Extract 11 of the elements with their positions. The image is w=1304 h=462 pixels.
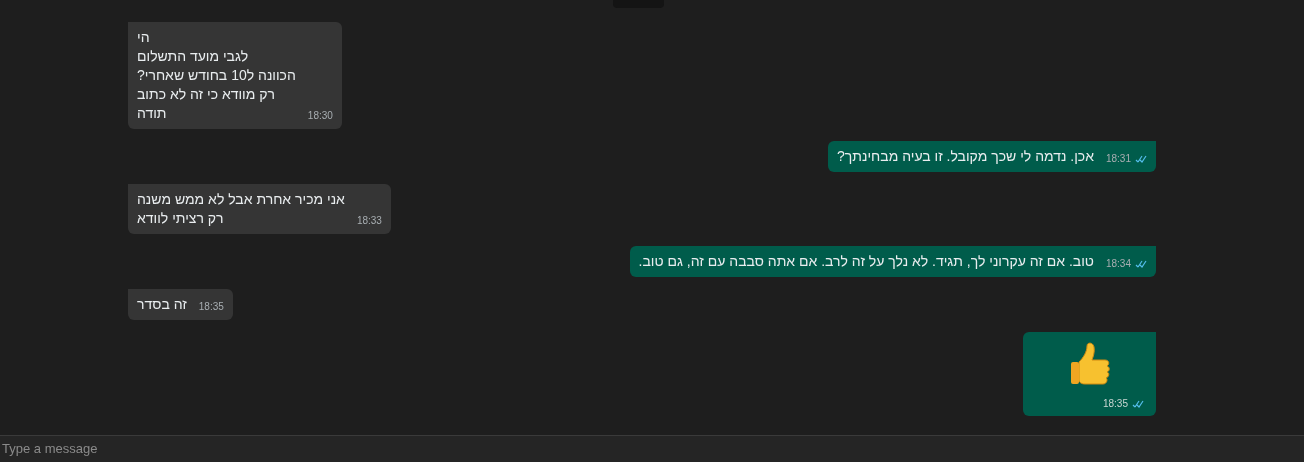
message-text: אכן. נדמה לי שכך מקובל. זו בעיה מבחינתך? <box>837 147 1094 166</box>
message-time: 18:30 <box>307 109 333 123</box>
message-time: 18:33 <box>356 214 382 228</box>
message-text: הי לגבי מועד התשלום הכוונה ל10 בחודש שאחרי? רק מוודא כי זה לא כתוב תודה <box>137 28 296 123</box>
message-time: 18:31 <box>1105 152 1131 166</box>
message-text: זה בסדר <box>137 295 187 314</box>
message-text: אני מכיר אחרת אבל לא ממש משנה רק רציתי לוודא <box>137 190 345 228</box>
message-time: 18:34 <box>1105 257 1131 271</box>
message-text: טוב. אם זה עקרוני לך, תגיד. לא נלך על זה לרב. אם אתה סבבה עם זה, גם טוב. <box>638 252 1094 271</box>
message-time: 18:35 <box>198 300 224 314</box>
message-time: 18:35 <box>1102 397 1128 411</box>
